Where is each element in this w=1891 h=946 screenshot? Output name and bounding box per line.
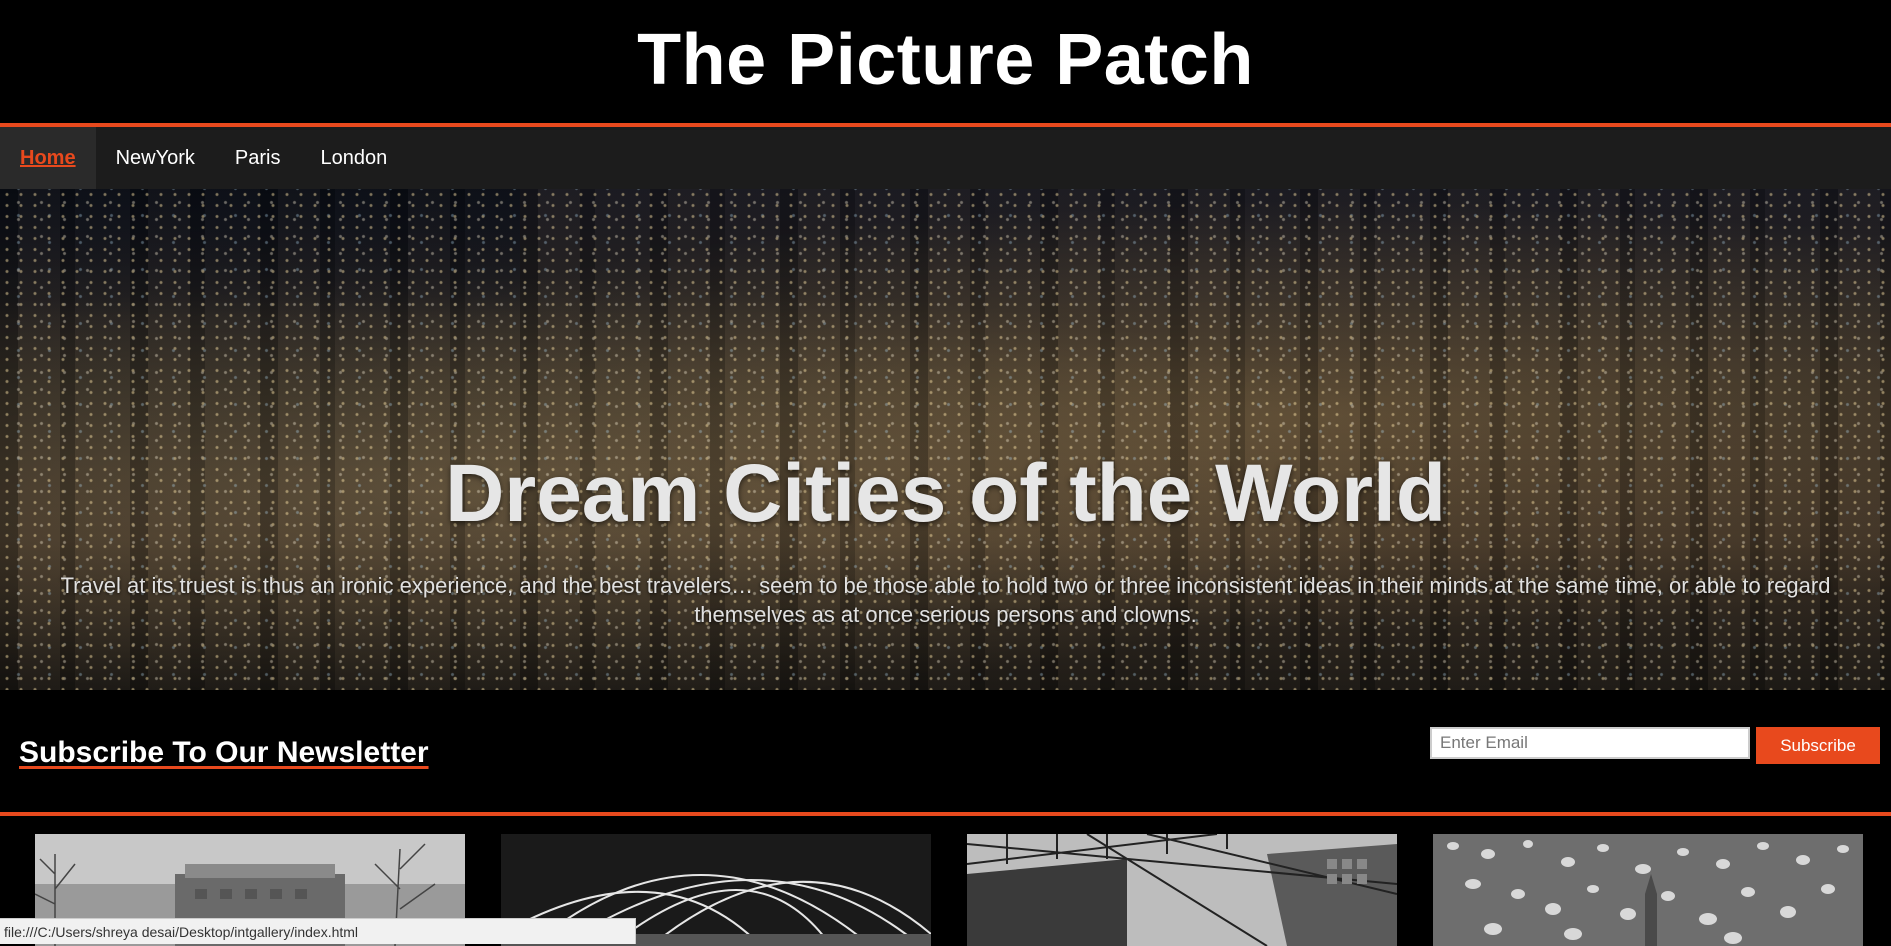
- site-header: The Picture Patch: [0, 0, 1891, 127]
- newsletter-heading: Subscribe To Our Newsletter: [19, 736, 429, 769]
- gallery-thumbnail-glass-roof[interactable]: [967, 834, 1397, 946]
- site-title: The Picture Patch: [637, 19, 1254, 100]
- nav-item-london[interactable]: London: [300, 127, 407, 189]
- browser-status-bar: file:///C:/Users/shreya desai/Desktop/in…: [0, 918, 636, 944]
- email-input[interactable]: [1430, 727, 1750, 759]
- nav-item-paris[interactable]: Paris: [215, 127, 301, 189]
- gallery-thumbnail-lanterns[interactable]: [1433, 834, 1863, 946]
- hero-banner: Dream Cities of the World Travel at its …: [0, 189, 1891, 690]
- newsletter-form: Subscribe: [1430, 727, 1880, 764]
- nav-item-home[interactable]: Home: [0, 127, 96, 189]
- hero-title: Dream Cities of the World: [445, 448, 1446, 539]
- hero-quote: Travel at its truest is thus an ironic e…: [60, 573, 1831, 627]
- main-nav: Home NewYork Paris London: [0, 127, 1891, 189]
- nav-item-newyork[interactable]: NewYork: [96, 127, 215, 189]
- newsletter-section: Subscribe To Our Newsletter Subscribe: [0, 690, 1891, 816]
- status-bar-url: file:///C:/Users/shreya desai/Desktop/in…: [4, 923, 359, 940]
- hero-content: Dream Cities of the World Travel at its …: [0, 447, 1891, 629]
- subscribe-button[interactable]: Subscribe: [1756, 727, 1880, 764]
